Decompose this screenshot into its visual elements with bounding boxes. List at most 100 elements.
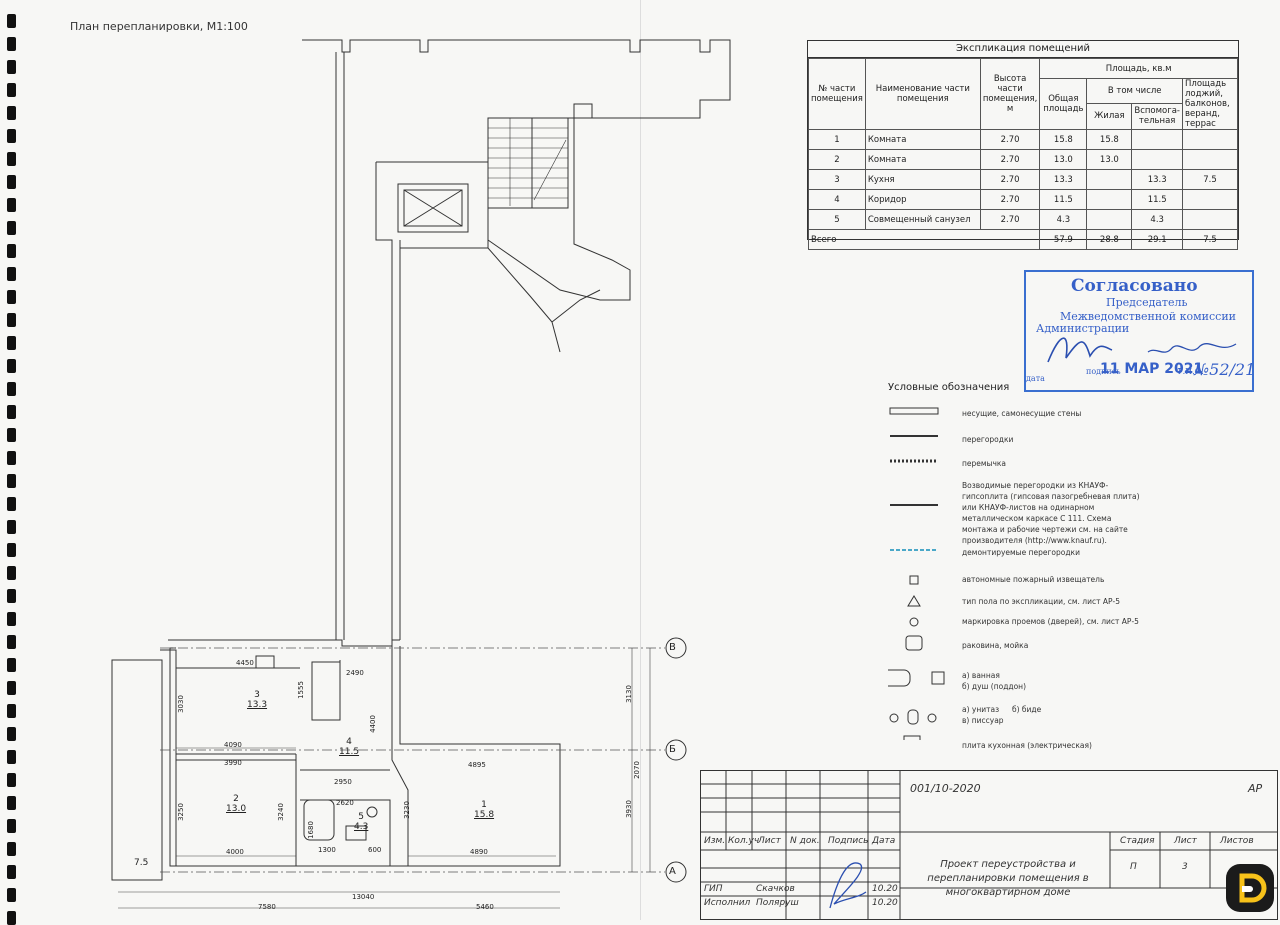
explication-cell-num: 4	[808, 189, 866, 210]
legend-symbols	[888, 407, 945, 740]
dim-4000: 4000	[226, 848, 244, 856]
legend-item-shower: б) душ (поддон)	[962, 682, 1027, 691]
legend-item-floor-type: тип пола по экспликации, см. лист АР-5	[962, 597, 1120, 606]
stamp-title: Согласовано	[1071, 276, 1198, 296]
hdr-area-group: Площадь, кв.м	[1039, 58, 1238, 79]
tb-col-date: Дата	[872, 836, 896, 846]
legend-item-bath: а) ванная	[962, 671, 1000, 680]
legend-item-stove: плита кухонная (электрическая)	[962, 741, 1092, 750]
hdr-balcony: Площадь лоджий, балконов, веранд, террас	[1182, 78, 1238, 130]
explication-cell-num: 1	[808, 129, 866, 150]
dim-2490: 2490	[346, 669, 364, 677]
hdr-aux: Вспомога-тельная	[1131, 102, 1183, 131]
axis-label-v: В	[669, 642, 676, 653]
explication-cell-num: 3	[808, 169, 866, 190]
room-3-label: 3 13.3	[247, 690, 268, 710]
legend-item-door-marking: маркировка проемов (дверей), см. лист АР…	[962, 617, 1139, 626]
dim-1300: 1300	[318, 846, 336, 854]
explication-cell-num: 5	[808, 209, 866, 230]
dim-7580: 7580	[258, 903, 276, 911]
dim-3930: 3930	[624, 800, 633, 818]
explication-cell-balcony	[1182, 209, 1238, 230]
explication-cell-aux	[1131, 129, 1183, 150]
explication-cell-name: Коридор	[864, 189, 981, 210]
balcony-area: 7.5	[134, 858, 149, 868]
explication-cell-aux	[1131, 149, 1183, 170]
explication-cell-name: Комната	[864, 149, 981, 170]
explication-cell-total: 13.0	[1039, 149, 1088, 170]
explication-row: 1 Комната 2.70 15.8 15.8	[808, 129, 1238, 150]
dim-2620: 2620	[336, 799, 354, 807]
tb-col-kol: Кол.уч	[728, 836, 760, 846]
explication-cell-balcony	[1182, 189, 1238, 210]
explication-cell-name: Совмещенный санузел	[864, 209, 981, 230]
dim-5460: 5460	[476, 903, 494, 911]
explication-cell-name: Кухня	[864, 169, 981, 190]
hdr-name: Наименование части помещения	[864, 58, 981, 130]
dim-3230: 3230	[402, 801, 411, 819]
stamp-number: №52/21	[1194, 360, 1256, 379]
dim-3030: 3030	[176, 695, 185, 713]
legend-item-lintel: перемычка	[962, 459, 1007, 468]
explication-title: Экспликация помещений	[808, 41, 1238, 58]
explication-table: Экспликация помещений № части помещения …	[807, 40, 1239, 250]
explication-row: 2 Комната 2.70 13.0 13.0	[808, 149, 1238, 170]
tb-sheet-label: Лист	[1174, 836, 1197, 846]
explication-cell-total: 4.3	[1039, 209, 1088, 230]
tb-signature	[829, 862, 867, 909]
explication-cell-height: 2.70	[979, 169, 1041, 190]
dim-3990: 3990	[224, 759, 242, 767]
tb-exec-role: Исполнил	[704, 898, 751, 908]
explication-row: 5 Совмещенный санузел 2.70 4.3 4.3	[808, 209, 1238, 230]
explication-cell-num: 2	[808, 149, 866, 170]
explication-cell-living: 13.0	[1086, 149, 1133, 170]
legend-item-new-partitions: Возводимые перегородки из КНАУФ-гипсопли…	[962, 481, 1140, 545]
explication-cell-living	[1086, 209, 1133, 230]
tb-gip-role: ГИП	[704, 884, 723, 894]
dim-4890: 4890	[470, 848, 488, 856]
room-5-label: 5 4.3	[354, 812, 369, 832]
stamp-date-label: дата	[1026, 374, 1045, 383]
legend-item-bidet: б) биде	[1012, 705, 1042, 714]
tb-exec-date: 10.20	[872, 898, 898, 908]
explication-cell-aux: 4.3	[1131, 209, 1183, 230]
explication-cell-living: 15.8	[1086, 129, 1133, 150]
dim-2950: 2950	[334, 778, 352, 786]
explication-cell-balcony	[1182, 129, 1238, 150]
explication-cell-height: 2.70	[979, 189, 1041, 210]
tb-sheets-label: Листов	[1220, 836, 1254, 846]
dim-3130: 3130	[624, 685, 633, 703]
dim-1555: 1555	[296, 681, 305, 699]
hdr-height: Высота части помещения, м	[979, 58, 1041, 130]
tb-stage: П	[1130, 862, 1137, 872]
explication-cell-aux: 11.5	[1131, 189, 1183, 210]
explication-cell-total: 15.8	[1039, 129, 1088, 150]
dim-3250: 3250	[176, 803, 185, 821]
hdr-living: Жилая	[1086, 102, 1133, 131]
app-logo-icon	[1226, 864, 1274, 912]
explication-cell-height: 2.70	[979, 129, 1041, 150]
legend-item-fire-detector: автономные пожарный извещатель	[962, 575, 1105, 584]
legend-item-load-walls: несущие, самонесущие стены	[962, 409, 1082, 418]
explication-cell-living	[1086, 169, 1133, 190]
tb-col-izm: Изм.	[704, 836, 726, 846]
approval-stamp: Согласовано Председатель Межведомственно…	[1024, 270, 1256, 392]
axis-label-a: А	[669, 866, 676, 877]
dim-3240: 3240	[276, 803, 285, 821]
dim-13040: 13040	[352, 893, 375, 901]
tb-sheet: 3	[1182, 862, 1188, 872]
legend-item-urinal: в) писсуар	[962, 716, 1004, 725]
legend-item-toilet: а) унитаз	[962, 705, 1000, 714]
hdr-num: № части помещения	[808, 58, 866, 130]
explication-cell-total: 13.3	[1039, 169, 1088, 190]
tb-section: АР	[1248, 782, 1263, 795]
tb-gip-name: Скачков	[756, 884, 795, 894]
explication-cell-balcony: 7.5	[1182, 169, 1238, 190]
tb-gip-date: 10.20	[872, 884, 898, 894]
tb-col-list: Лист	[758, 836, 781, 846]
dim-4400: 4400	[368, 715, 377, 733]
room-1-label: 1 15.8	[474, 800, 495, 820]
dim-600: 600	[368, 846, 382, 854]
tb-col-sign: Подпись	[828, 836, 869, 846]
explication-cell-balcony	[1182, 149, 1238, 170]
